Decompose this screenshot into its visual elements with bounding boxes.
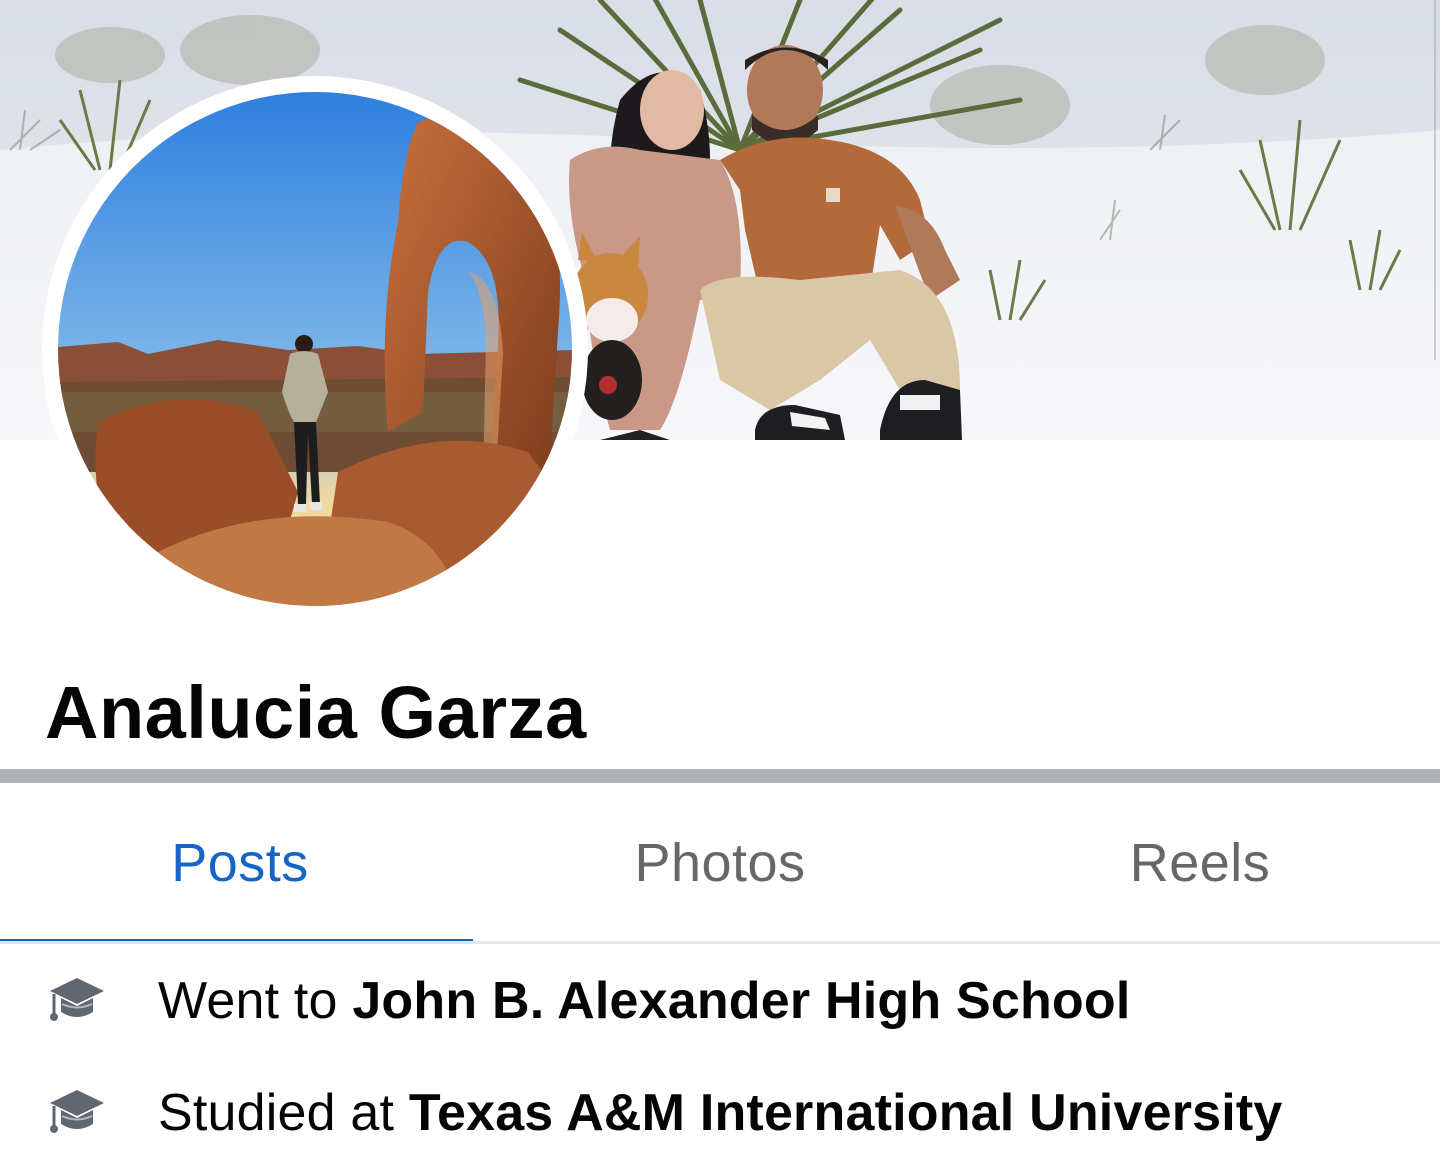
graduation-cap-icon [50,1090,104,1133]
tab-photos[interactable]: Photos [480,783,960,943]
tab-posts[interactable]: Posts [0,783,480,943]
tab-reels-label: Reels [1129,833,1271,893]
intro-prefix: Went to [158,972,338,1030]
intro-education-row: Studied at Texas A&M International Unive… [0,1068,1440,1158]
tab-photos-label: Photos [634,833,806,893]
tabs-divider [0,941,1440,944]
tab-posts-label: Posts [171,833,309,893]
intro-place-link[interactable]: Texas A&M International University [409,1084,1283,1142]
tab-reels[interactable]: Reels [960,783,1440,943]
profile-picture[interactable] [42,76,588,622]
profile-name: Analucia Garza [45,671,587,754]
intro-place-link[interactable]: John B. Alexander High School [352,972,1130,1030]
section-divider [0,769,1440,783]
intro-prefix: Studied at [158,1084,395,1142]
intro-education-row: Went to John B. Alexander High School [0,956,1440,1046]
profile-tabs: Posts Photos Reels [0,783,1440,943]
intro-text: Went to John B. Alexander High School [158,971,1131,1031]
graduation-cap-icon [50,978,104,1021]
intro-text: Studied at Texas A&M International Unive… [158,1083,1283,1143]
scrollbar-indicator [1434,0,1436,360]
profile-picture-image [58,92,572,606]
